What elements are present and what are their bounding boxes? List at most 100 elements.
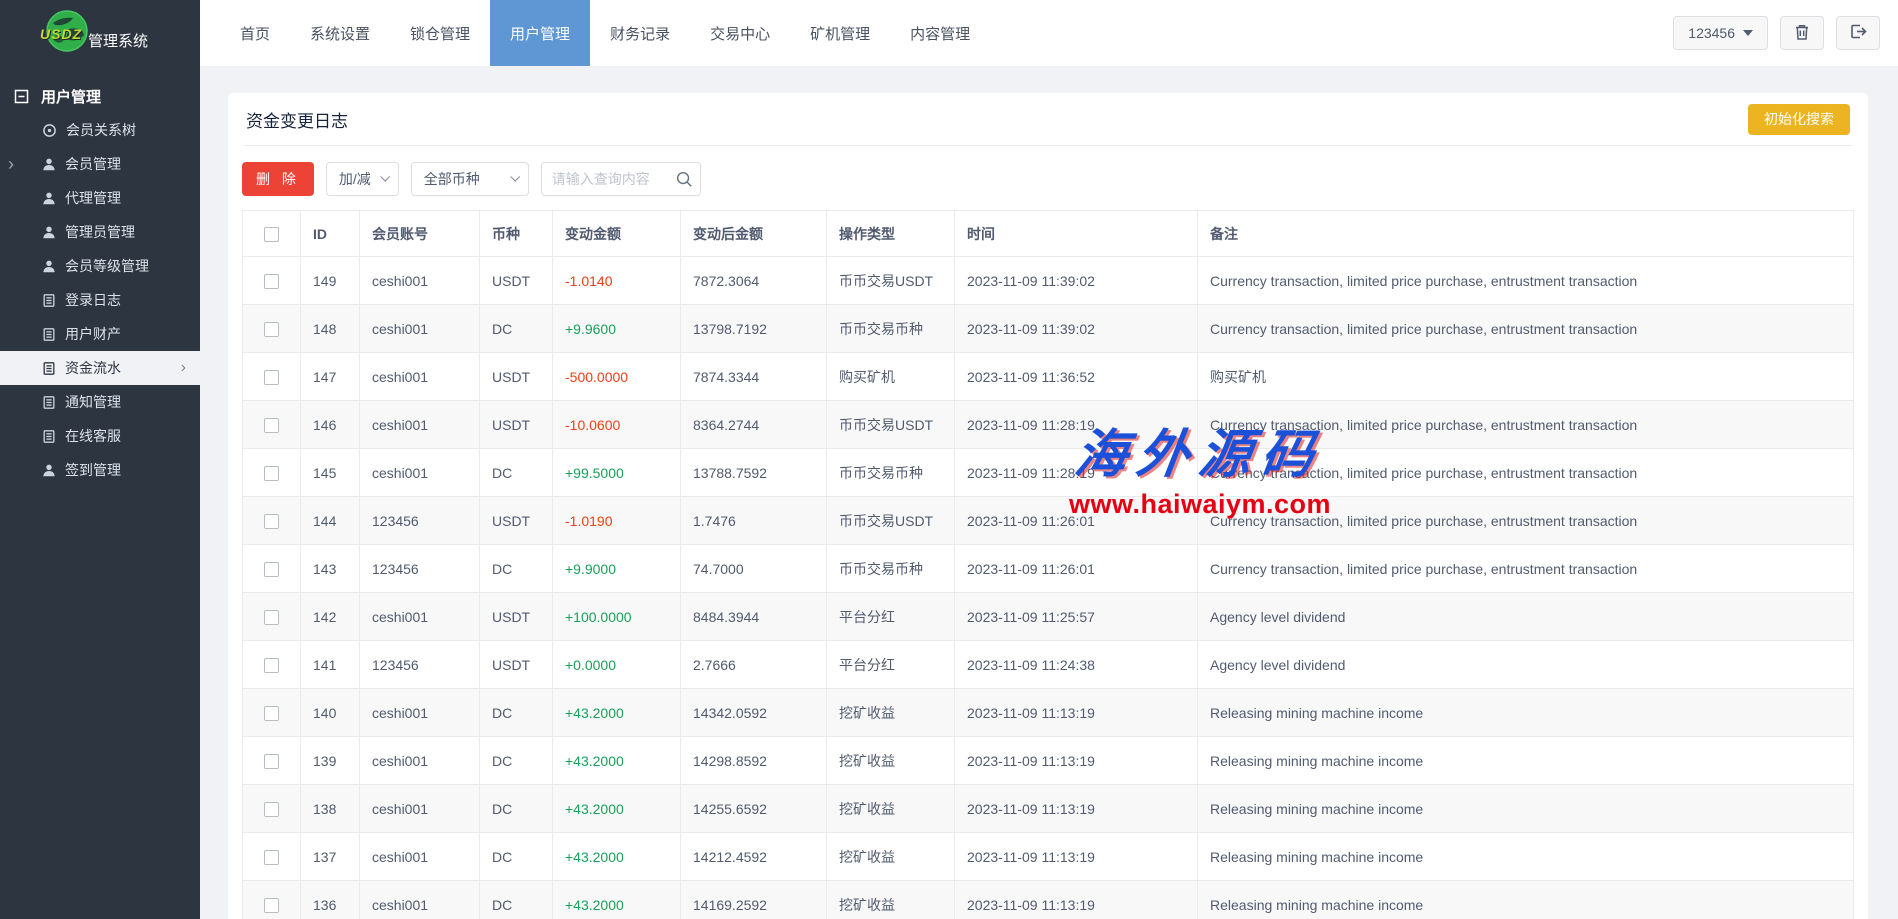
cell-time: 2023-11-09 11:13:19 — [955, 833, 1198, 881]
user-icon — [42, 225, 56, 240]
cell-change: +99.5000 — [553, 449, 681, 497]
logout-button[interactable] — [1836, 16, 1880, 50]
row-checkbox[interactable] — [264, 898, 279, 913]
row-checkbox[interactable] — [264, 706, 279, 721]
target-icon — [42, 123, 57, 138]
row-checkbox[interactable] — [264, 658, 279, 673]
cell-balance: 2.7666 — [681, 641, 827, 689]
row-checkbox[interactable] — [264, 418, 279, 433]
row-checkbox[interactable] — [264, 610, 279, 625]
row-checkbox[interactable] — [264, 274, 279, 289]
cell-balance: 1.7476 — [681, 497, 827, 545]
content-card: 资金变更日志 初始化搜索 删 除 加/减 全部币种 — [228, 93, 1868, 919]
cell-op: 挖矿收益 — [827, 785, 955, 833]
sidebar-item-label: 签到管理 — [65, 460, 121, 480]
cell-change: -500.0000 — [553, 353, 681, 401]
sidebar-item-label: 管理员管理 — [65, 222, 135, 242]
nav-tab[interactable]: 内容管理 — [890, 0, 990, 66]
cell-remark: Currency transaction, limited price purc… — [1198, 305, 1854, 353]
row-checkbox[interactable] — [264, 466, 279, 481]
document-icon — [42, 429, 56, 444]
cell-change: +9.9000 — [553, 545, 681, 593]
coin-filter-select[interactable]: 全部币种 — [411, 162, 529, 196]
cell-balance: 8484.3944 — [681, 593, 827, 641]
top-right-controls: 123456 — [1673, 0, 1898, 66]
sidebar-item-label: 会员关系树 — [66, 120, 136, 140]
sidebar-item[interactable]: 在线客服 — [0, 419, 200, 453]
nav-tab[interactable]: 交易中心 — [690, 0, 790, 66]
row-checkbox[interactable] — [264, 802, 279, 817]
cell-coin: DC — [480, 545, 553, 593]
user-menu-button[interactable]: 123456 — [1673, 16, 1768, 50]
sign-filter-select[interactable]: 加/减 — [326, 162, 399, 196]
cell-op: 币币交易USDT — [827, 401, 955, 449]
table-row: 141123456USDT+0.00002.7666平台分红2023-11-09… — [243, 641, 1854, 689]
logout-icon — [1850, 23, 1867, 43]
cell-remark: Releasing mining machine income — [1198, 881, 1854, 919]
cell-coin: DC — [480, 737, 553, 785]
cell-balance: 14255.6592 — [681, 785, 827, 833]
cell-balance: 13798.7192 — [681, 305, 827, 353]
select-all-checkbox[interactable] — [264, 227, 279, 242]
row-select-cell — [243, 401, 301, 449]
sidebar-item[interactable]: 通知管理 — [0, 385, 200, 419]
table-row: 139ceshi001DC+43.200014298.8592挖矿收益2023-… — [243, 737, 1854, 785]
sidebar-item[interactable]: 会员管理 — [0, 147, 200, 181]
brand-text: USDZ — [40, 26, 82, 42]
top-bar: USDZ 管理系统 首页系统设置锁仓管理用户管理财务记录交易中心矿机管理内容管理… — [0, 0, 1898, 66]
trash-button[interactable] — [1780, 16, 1824, 50]
table-row: 149ceshi001USDT-1.01407872.3064币币交易USDT2… — [243, 257, 1854, 305]
cell-remark: Releasing mining machine income — [1198, 737, 1854, 785]
sidebar-item[interactable]: 用户财产 — [0, 317, 200, 351]
nav-tab[interactable]: 首页 — [220, 0, 290, 66]
table-row: 144123456USDT-1.01901.7476币币交易USDT2023-1… — [243, 497, 1854, 545]
sidebar-item[interactable]: 会员关系树 — [0, 113, 200, 147]
row-checkbox[interactable] — [264, 754, 279, 769]
sidebar-section-header[interactable]: 用户管理 — [0, 79, 200, 113]
row-checkbox[interactable] — [264, 322, 279, 337]
sidebar-item-label: 登录日志 — [65, 290, 121, 310]
row-checkbox[interactable] — [264, 514, 279, 529]
chevron-right-icon[interactable]: › — [8, 154, 14, 175]
chevron-down-icon — [510, 172, 520, 182]
toolbar: 删 除 加/减 全部币种 — [242, 162, 1854, 196]
cell-id: 148 — [301, 305, 360, 353]
nav-tab[interactable]: 系统设置 — [290, 0, 390, 66]
nav-tab[interactable]: 用户管理 — [490, 0, 590, 66]
row-select-cell — [243, 545, 301, 593]
cell-time: 2023-11-09 11:25:57 — [955, 593, 1198, 641]
search-icon — [675, 170, 693, 193]
column-header: ID — [301, 211, 360, 257]
table-row: 148ceshi001DC+9.960013798.7192币币交易币种2023… — [243, 305, 1854, 353]
cell-account: ceshi001 — [360, 881, 480, 919]
nav-tab[interactable]: 锁仓管理 — [390, 0, 490, 66]
cell-account: ceshi001 — [360, 257, 480, 305]
table-header-row: ID会员账号币种变动金额变动后金额操作类型时间备注 — [243, 211, 1854, 257]
sidebar-item[interactable]: 会员等级管理 — [0, 249, 200, 283]
sidebar-item[interactable]: 登录日志 — [0, 283, 200, 317]
column-header: 币种 — [480, 211, 553, 257]
cell-change: +9.9600 — [553, 305, 681, 353]
row-select-cell — [243, 641, 301, 689]
sidebar-item[interactable]: 签到管理 — [0, 453, 200, 487]
delete-button[interactable]: 删 除 — [242, 162, 314, 196]
cell-id: 149 — [301, 257, 360, 305]
row-checkbox[interactable] — [264, 562, 279, 577]
table-row: 142ceshi001USDT+100.00008484.3944平台分红202… — [243, 593, 1854, 641]
cell-time: 2023-11-09 11:26:01 — [955, 497, 1198, 545]
header-divider — [244, 145, 1852, 146]
sidebar-item[interactable]: 代理管理 — [0, 181, 200, 215]
row-checkbox[interactable] — [264, 850, 279, 865]
nav-tab[interactable]: 矿机管理 — [790, 0, 890, 66]
nav-tab[interactable]: 财务记录 — [590, 0, 690, 66]
row-checkbox[interactable] — [264, 370, 279, 385]
cell-balance: 14298.8592 — [681, 737, 827, 785]
sidebar-item[interactable]: 管理员管理 — [0, 215, 200, 249]
cell-coin: DC — [480, 881, 553, 919]
cell-balance: 14342.0592 — [681, 689, 827, 737]
sidebar-item[interactable]: 资金流水› — [0, 351, 200, 385]
init-search-button[interactable]: 初始化搜索 — [1748, 104, 1850, 135]
app-logo: USDZ 管理系统 — [0, 0, 200, 66]
cell-change: +100.0000 — [553, 593, 681, 641]
cell-coin: DC — [480, 689, 553, 737]
